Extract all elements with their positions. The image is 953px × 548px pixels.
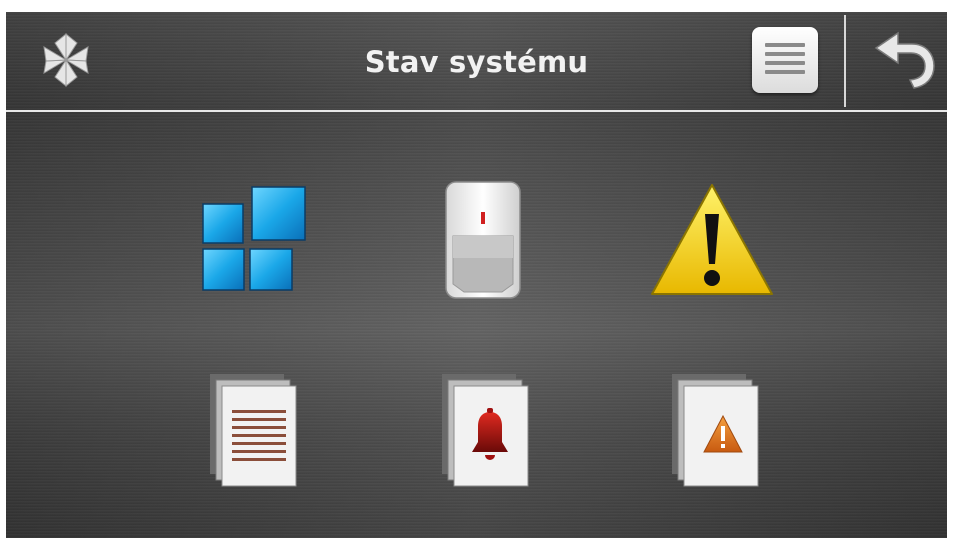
motion-detector-icon bbox=[445, 181, 521, 299]
zones-tile[interactable] bbox=[442, 180, 524, 302]
menu-button[interactable] bbox=[752, 27, 818, 93]
trouble-log-icon bbox=[672, 374, 759, 487]
header-bar: Stav systému bbox=[6, 12, 947, 112]
back-arrow-icon[interactable] bbox=[868, 30, 940, 92]
header-divider bbox=[844, 15, 846, 107]
warning-triangle-icon bbox=[651, 184, 773, 295]
trouble-memory-tile[interactable] bbox=[668, 372, 764, 488]
keypad-screen: Stav systému bbox=[6, 12, 947, 538]
alarm-memory-tile[interactable] bbox=[438, 372, 534, 488]
alarm-bell-log-icon bbox=[442, 374, 529, 487]
event-log-tile[interactable] bbox=[206, 372, 302, 488]
event-log-icon bbox=[210, 374, 297, 487]
troubles-tile[interactable] bbox=[648, 182, 776, 300]
partitions-icon bbox=[202, 186, 306, 291]
partitions-tile[interactable] bbox=[194, 180, 314, 296]
